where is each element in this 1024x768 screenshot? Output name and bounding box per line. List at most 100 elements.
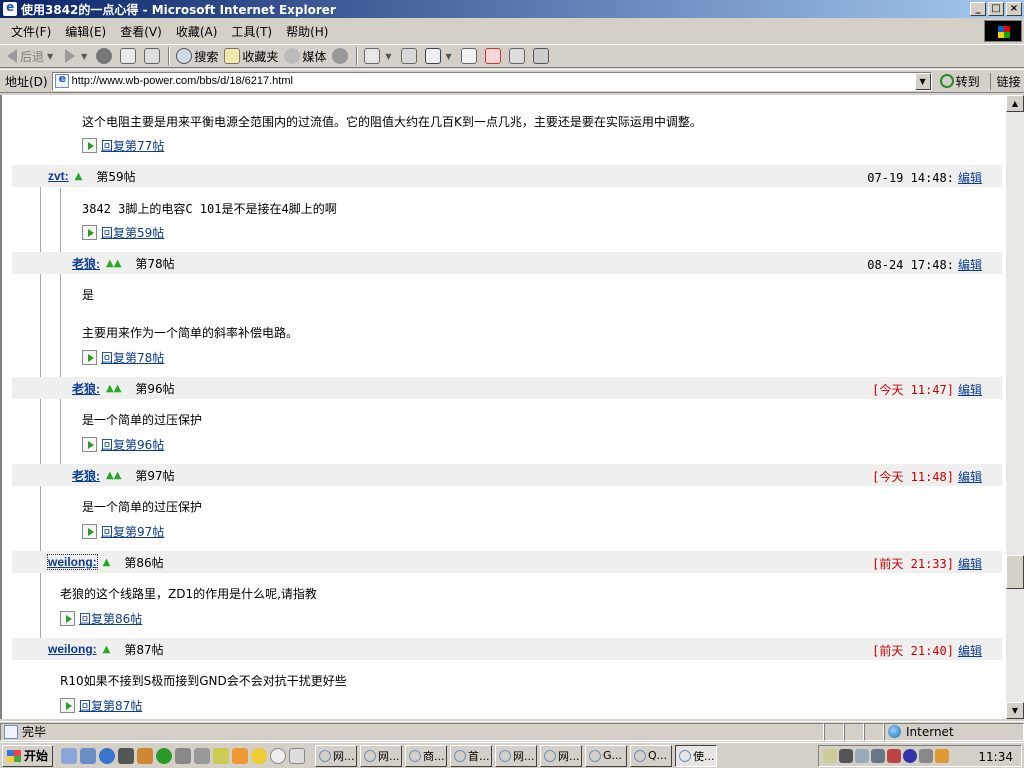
address-input[interactable]: http://www.wb-power.com/bbs/d/18/6217.ht…: [51, 71, 932, 91]
edit-dropdown-icon[interactable]: ▼: [446, 52, 452, 61]
menu-help[interactable]: 帮助(H): [279, 21, 335, 42]
task-label: Q...: [648, 749, 668, 762]
author-link[interactable]: 老狼:: [72, 467, 100, 484]
scroll-up-button[interactable]: ▲: [1006, 95, 1024, 112]
task-button[interactable]: 网...: [360, 744, 403, 767]
media-button[interactable]: 媒体: [281, 46, 329, 66]
tray-icon[interactable]: [887, 749, 901, 763]
reply-link[interactable]: 回复第77帖: [101, 137, 164, 154]
post-number: 第78帖: [135, 256, 175, 271]
author-link[interactable]: weilong:: [48, 642, 97, 656]
qq-button[interactable]: [482, 46, 506, 66]
back-dropdown-icon[interactable]: ▼: [47, 52, 53, 61]
task-button[interactable]: 网...: [315, 744, 358, 767]
menu-file[interactable]: 文件(F): [4, 21, 58, 42]
tray-icon[interactable]: [919, 749, 933, 763]
app-icon[interactable]: [175, 747, 192, 764]
reply-link[interactable]: 回复第87帖: [79, 697, 142, 714]
refresh-button[interactable]: [117, 46, 141, 66]
stop-button[interactable]: [93, 46, 117, 66]
word-edit-button[interactable]: ▼: [422, 46, 458, 66]
reply-link[interactable]: 回复第96帖: [101, 436, 164, 453]
forward-dropdown-icon[interactable]: ▼: [81, 52, 87, 61]
tray-icon[interactable]: [903, 749, 917, 763]
menu-tools[interactable]: 工具(T): [224, 21, 279, 42]
edit-link[interactable]: 编辑: [958, 557, 982, 571]
start-button[interactable]: 开始: [2, 744, 54, 767]
reply-link[interactable]: 回复第97帖: [101, 523, 164, 540]
back-button[interactable]: 后退 ▼: [4, 46, 59, 66]
reply-link-row[interactable]: 回复第96帖: [82, 436, 164, 453]
tray-icon[interactable]: [871, 749, 885, 763]
explorer-icon[interactable]: [61, 747, 78, 764]
menu-edit[interactable]: 编辑(E): [58, 21, 113, 42]
reply-link-row[interactable]: 回复第77帖: [82, 137, 164, 154]
edit-link[interactable]: 编辑: [958, 383, 982, 397]
maximize-button[interactable]: □: [988, 2, 1004, 16]
post-meta: 07-19 14:48: 编辑: [867, 169, 982, 186]
author-link[interactable]: 老狼:: [72, 380, 100, 397]
info-icon[interactable]: [270, 747, 287, 764]
task-button[interactable]: 商...: [405, 744, 448, 767]
home-button[interactable]: [141, 46, 165, 66]
tool-button[interactable]: [530, 46, 554, 66]
edit-link[interactable]: 编辑: [958, 470, 982, 484]
author-link[interactable]: 老狼:: [72, 255, 100, 272]
reply-link-row[interactable]: 回复第59帖: [82, 224, 164, 241]
edit-link[interactable]: 编辑: [958, 171, 982, 185]
forward-button[interactable]: ▼: [59, 46, 93, 66]
task-button-active[interactable]: 使...: [675, 744, 718, 767]
reply-link[interactable]: 回复第59帖: [101, 224, 164, 241]
tray-icon[interactable]: [855, 749, 869, 763]
task-button[interactable]: 首...: [450, 744, 493, 767]
search-button[interactable]: 搜索: [173, 46, 221, 66]
reply-link-row[interactable]: 回复第97帖: [82, 523, 164, 540]
task-button[interactable]: 网...: [495, 744, 538, 767]
print-button[interactable]: [398, 46, 422, 66]
app-icon[interactable]: [213, 747, 230, 764]
status-main: 完毕: [0, 722, 824, 741]
mail-button[interactable]: ▼: [361, 46, 397, 66]
player-icon[interactable]: [251, 747, 268, 764]
edit-link[interactable]: 编辑: [958, 644, 982, 658]
close-button[interactable]: ×: [1006, 2, 1022, 16]
app-icon[interactable]: [194, 747, 211, 764]
app-icon[interactable]: [118, 747, 135, 764]
outlook-icon[interactable]: [80, 747, 97, 764]
ie-icon: [364, 749, 377, 762]
address-url[interactable]: http://www.wb-power.com/bbs/d/18/6217.ht…: [72, 75, 293, 87]
ie-icon[interactable]: [99, 747, 116, 764]
task-button[interactable]: 网...: [540, 744, 583, 767]
menu-favorites[interactable]: 收藏(A): [169, 21, 225, 42]
reply-link[interactable]: 回复第86帖: [79, 610, 142, 627]
task-button[interactable]: Q...: [630, 744, 673, 767]
author-link[interactable]: weilong:: [47, 554, 98, 570]
edit-link[interactable]: 编辑: [958, 258, 982, 272]
app-icon[interactable]: [137, 747, 154, 764]
tray-icon[interactable]: [839, 749, 853, 763]
favorites-button[interactable]: 收藏夹: [221, 46, 281, 66]
reply-link-row[interactable]: 回复第87帖: [60, 697, 142, 714]
reply-link[interactable]: 回复第78帖: [101, 349, 164, 366]
history-button[interactable]: [329, 46, 353, 66]
app-icon[interactable]: [289, 747, 306, 764]
tray-icon[interactable]: [935, 749, 949, 763]
menu-view[interactable]: 查看(V): [113, 21, 169, 42]
go-button[interactable]: 转到: [939, 73, 980, 90]
reply-link-row[interactable]: 回复第86帖: [60, 610, 142, 627]
task-button[interactable]: G...: [585, 744, 628, 767]
pen-icon[interactable]: [232, 747, 249, 764]
tree-icon[interactable]: [156, 747, 173, 764]
mail-dropdown-icon[interactable]: ▼: [385, 52, 391, 61]
scroll-down-button[interactable]: ▼: [1006, 702, 1024, 719]
discuss-button[interactable]: [458, 46, 482, 66]
links-button[interactable]: 链接: [989, 72, 1021, 90]
author-link[interactable]: zvt:: [48, 169, 69, 183]
reply-link-row[interactable]: 回复第78帖: [82, 349, 164, 366]
messenger-button[interactable]: [506, 46, 530, 66]
minimize-button[interactable]: _: [970, 2, 986, 16]
tray-icon[interactable]: [823, 749, 837, 763]
address-dropdown-icon[interactable]: ▼: [914, 72, 931, 90]
vertical-scrollbar[interactable]: ▲ ▼: [1006, 95, 1024, 719]
scroll-thumb[interactable]: [1006, 555, 1024, 589]
